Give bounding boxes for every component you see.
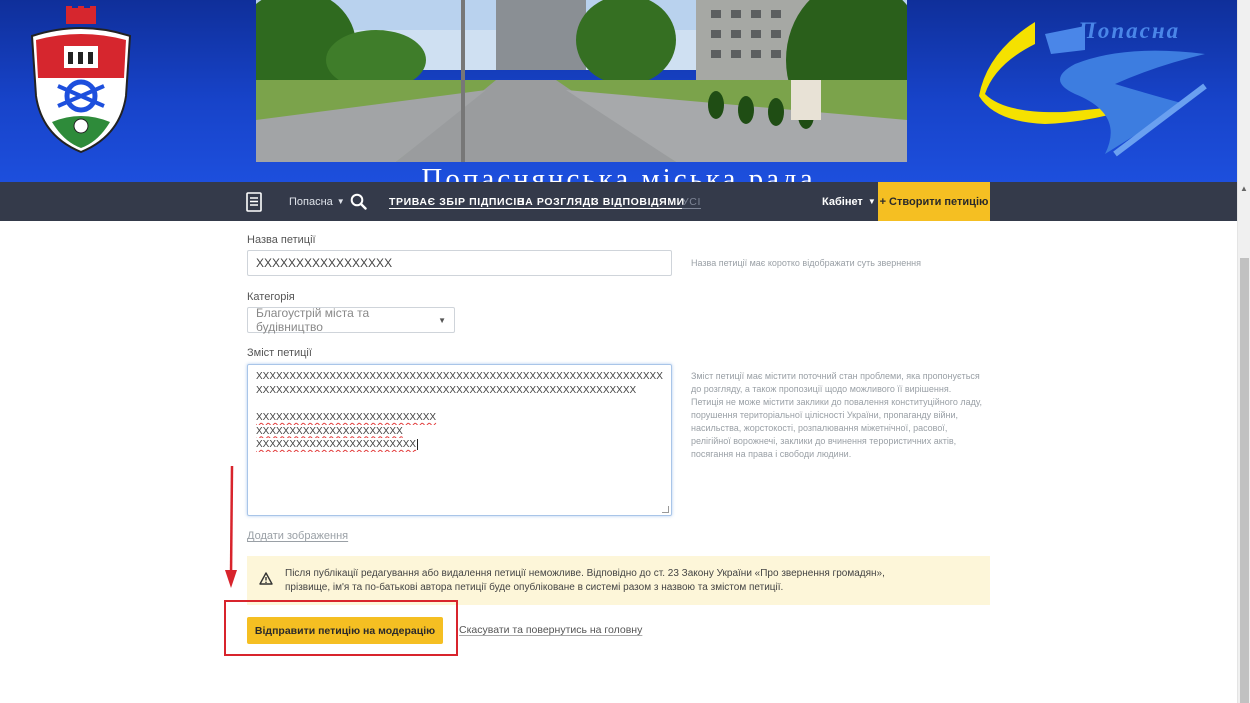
- category-value: Благоустрій міста та будівництво: [256, 306, 370, 334]
- content-hint-line: Петиція не може містити заклики до повал…: [691, 397, 982, 407]
- cancel-link[interactable]: Скасувати та повернутись на головну: [459, 624, 642, 636]
- petition-title-value: XXXXXXXXXXXXXXXXX: [256, 256, 393, 270]
- red-arrow-down-icon: [225, 466, 237, 588]
- content-blank-line: [256, 397, 663, 411]
- category-select[interactable]: Благоустрій міста та будівництво ▼: [247, 306, 455, 334]
- city-dropdown-label: Попасна: [289, 195, 333, 208]
- petition-title-label: Назва петиції: [247, 234, 316, 246]
- page-scrollbar[interactable]: ▲: [1237, 0, 1250, 703]
- content-hint-line: насильства, жорстокості, розпалювання мі…: [691, 423, 948, 433]
- search-icon[interactable]: [350, 182, 367, 221]
- city-dropdown[interactable]: Попасна ▼: [289, 182, 345, 221]
- petitions-home-icon[interactable]: [246, 182, 262, 221]
- nav-link-review[interactable]: НА РОЗГЛЯДІ: [517, 182, 594, 221]
- warning-text: Після публікації редагування або видален…: [285, 567, 975, 595]
- nav-link-collecting[interactable]: ТРИВАЄ ЗБІР ПІДПИСІВ: [389, 182, 525, 221]
- content-line: XXXXXXXXXXXXXXXXXXXXXXXXXXXXXXXXXXXXXXXX…: [256, 371, 663, 382]
- page: Попасна Попаснянська міська рада Попасна…: [0, 0, 1250, 703]
- nav-link-all[interactable]: УСІ: [682, 182, 701, 221]
- scroll-up-arrow-icon[interactable]: ▲: [1240, 184, 1248, 193]
- content-line: XXXXXXXXXXXXXXXXXXXXXXXXXXX: [256, 412, 437, 423]
- chevron-down-icon: ▼: [438, 315, 446, 325]
- chevron-down-icon: ▼: [867, 197, 876, 206]
- top-navbar: Попасна ▼ ТРИВАЄ ЗБІР ПІДПИСІВ НА РОЗГЛЯД…: [0, 182, 1237, 221]
- content-hint-line: релігійної ворожнечі, заклики до вчиненн…: [691, 436, 957, 446]
- content-hint-line: до розгляду, а також пропозиції щодо мож…: [691, 384, 952, 394]
- category-label: Категорія: [247, 291, 295, 303]
- scrollbar-thumb[interactable]: [1240, 258, 1249, 703]
- content-hint-line: порушення територіальної цілісності Укра…: [691, 410, 958, 420]
- content-line: XXXXXXXXXXXXXXXXXXXXXX: [256, 425, 403, 437]
- content-label: Зміст петиції: [247, 347, 312, 359]
- create-petition-button[interactable]: + Створити петицію: [878, 182, 990, 221]
- nav-link-answered[interactable]: З ВІДПОВІДЯМИ: [592, 182, 685, 221]
- warning-icon: [259, 572, 273, 585]
- textarea-resize-handle[interactable]: [662, 506, 669, 513]
- petition-content-textarea[interactable]: XXXXXXXXXXXXXXXXXXXXXXXXXXXXXXXXXXXXXXXX…: [247, 364, 672, 516]
- chevron-down-icon: ▼: [336, 197, 345, 206]
- publication-warning: Після публікації редагування або видален…: [247, 556, 990, 605]
- text-cursor: [417, 439, 419, 450]
- content-line: XXXXXXXXXXXXXXXXXXXXXXXXXXXXXXXXXXXXXXXX…: [256, 384, 637, 396]
- cabinet-dropdown[interactable]: Кабінет ▼: [822, 182, 876, 221]
- cabinet-label: Кабінет: [822, 195, 863, 208]
- popasna-logo-text: Попасна: [1078, 18, 1181, 43]
- petition-title-hint: Назва петиції має коротко відображати су…: [691, 258, 922, 268]
- submit-highlight-box: [224, 600, 458, 656]
- petition-title-input[interactable]: XXXXXXXXXXXXXXXXX: [247, 250, 672, 276]
- content-hint: Зміст петиції має містити поточний стан …: [691, 370, 982, 461]
- content-hint-line: посягання на права і свободи людини.: [691, 449, 852, 459]
- header-banner: Попасна Попаснянська міська рада: [0, 0, 1237, 182]
- city-coat-of-arms-icon: [30, 6, 132, 154]
- city-council-title: Попаснянська міська рада: [421, 163, 816, 182]
- city-street-photo: [256, 0, 907, 162]
- warning-line: прізвище, ім'я та по-батькові автора пет…: [285, 582, 784, 593]
- warning-line: Після публікації редагування або видален…: [285, 568, 885, 579]
- add-image-link[interactable]: Додати зображення: [247, 530, 348, 542]
- content-hint-line: Зміст петиції має містити поточний стан …: [691, 371, 980, 381]
- content-line: XXXXXXXXXXXXXXXXXXXXXXXX: [256, 439, 417, 450]
